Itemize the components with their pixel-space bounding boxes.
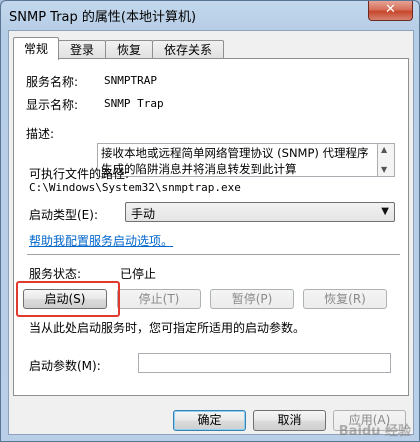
exec-path-label: 可执行文件的路径:: [29, 167, 130, 181]
params-label: 启动参数(M):: [29, 359, 101, 373]
service-name-label: 服务名称:: [26, 75, 79, 89]
params-hint: 当从此处启动服务时，您可指定所适用的启动参数。: [29, 321, 306, 335]
params-input[interactable]: [138, 353, 391, 373]
tab-general[interactable]: 常规: [13, 37, 59, 60]
status-label: 服务状态:: [29, 267, 82, 281]
display-name-label: 显示名称:: [26, 98, 79, 112]
stop-button[interactable]: 停止(T): [117, 289, 201, 309]
watermark: Baidu 经验: [338, 424, 411, 439]
title-bar[interactable]: SNMP Trap 的属性(本地计算机) ✕: [1, 1, 419, 29]
description-label: 描述:: [26, 127, 55, 141]
startup-type-label: 启动类型(E):: [29, 208, 98, 222]
scroll-down-icon[interactable]: ▼: [381, 165, 387, 174]
scroll-up-icon[interactable]: ▲: [381, 145, 387, 154]
startup-type-select[interactable]: 手动 ▼: [125, 202, 395, 222]
service-name-value: SNMPTRAP: [104, 74, 157, 87]
tab-logon[interactable]: 登录: [58, 40, 106, 59]
pause-button[interactable]: 暂停(P): [210, 289, 294, 309]
chevron-down-icon: ▼: [381, 206, 389, 217]
description-scrollbar[interactable]: ▲ ▼: [378, 143, 395, 177]
tab-recovery[interactable]: 恢复: [105, 40, 153, 59]
description-text[interactable]: 接收本地或远程简单网络管理协议 (SNMP) 代理程序生成的陷阱消息并将消息转发…: [97, 143, 378, 177]
startup-type-value: 手动: [131, 207, 156, 221]
general-panel: 服务名称: SNMPTRAP 显示名称: SNMP Trap 描述:: [13, 58, 409, 396]
divider: [27, 254, 400, 256]
status-value: 已停止: [120, 267, 157, 281]
help-link[interactable]: 帮助我配置服务启动选项。: [29, 232, 173, 249]
exec-path-value: C:\Windows\System32\snmptrap.exe: [29, 181, 241, 194]
tab-dependencies[interactable]: 依存关系: [152, 40, 224, 59]
display-name-value: SNMP Trap: [104, 97, 164, 110]
start-button-highlight: [16, 281, 120, 317]
window-title: SNMP Trap 的属性(本地计算机): [9, 10, 197, 25]
ok-button[interactable]: 确定: [173, 410, 246, 431]
properties-window: SNMP Trap 的属性(本地计算机) ✕ 常规 登录 恢复 依存关系 服务名…: [0, 0, 420, 442]
dialog-client: 常规 登录 恢复 依存关系 服务名称: SNMPTRAP 显示名称: SNMP …: [8, 30, 414, 435]
resume-button[interactable]: 恢复(R): [303, 289, 387, 309]
cancel-button[interactable]: 取消: [253, 410, 326, 431]
close-button[interactable]: ✕: [368, 1, 413, 21]
